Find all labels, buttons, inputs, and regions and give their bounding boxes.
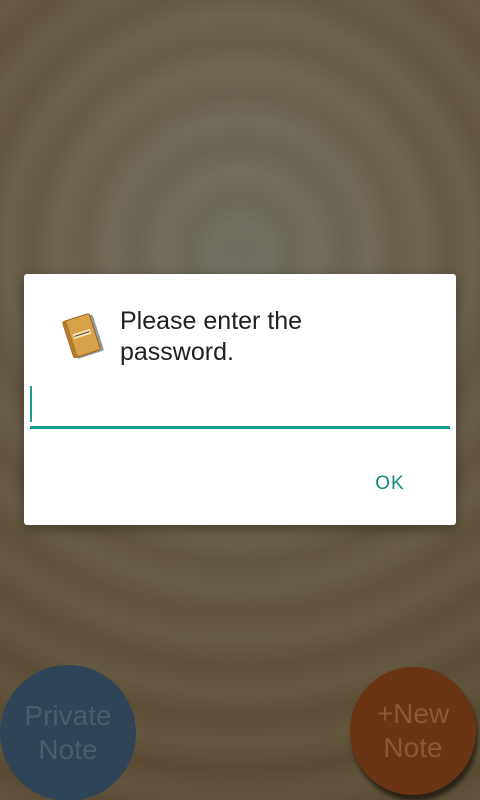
private-note-button[interactable]: Private Note (0, 665, 136, 800)
dialog-title: Please enter the password. (120, 307, 303, 366)
ok-button[interactable]: OK (354, 462, 426, 506)
password-dialog: Please enter the password. OK (24, 274, 456, 525)
password-input[interactable] (30, 382, 450, 429)
text-cursor (30, 386, 32, 422)
notebook-icon (62, 312, 106, 362)
new-note-button[interactable]: +New Note (350, 667, 476, 795)
